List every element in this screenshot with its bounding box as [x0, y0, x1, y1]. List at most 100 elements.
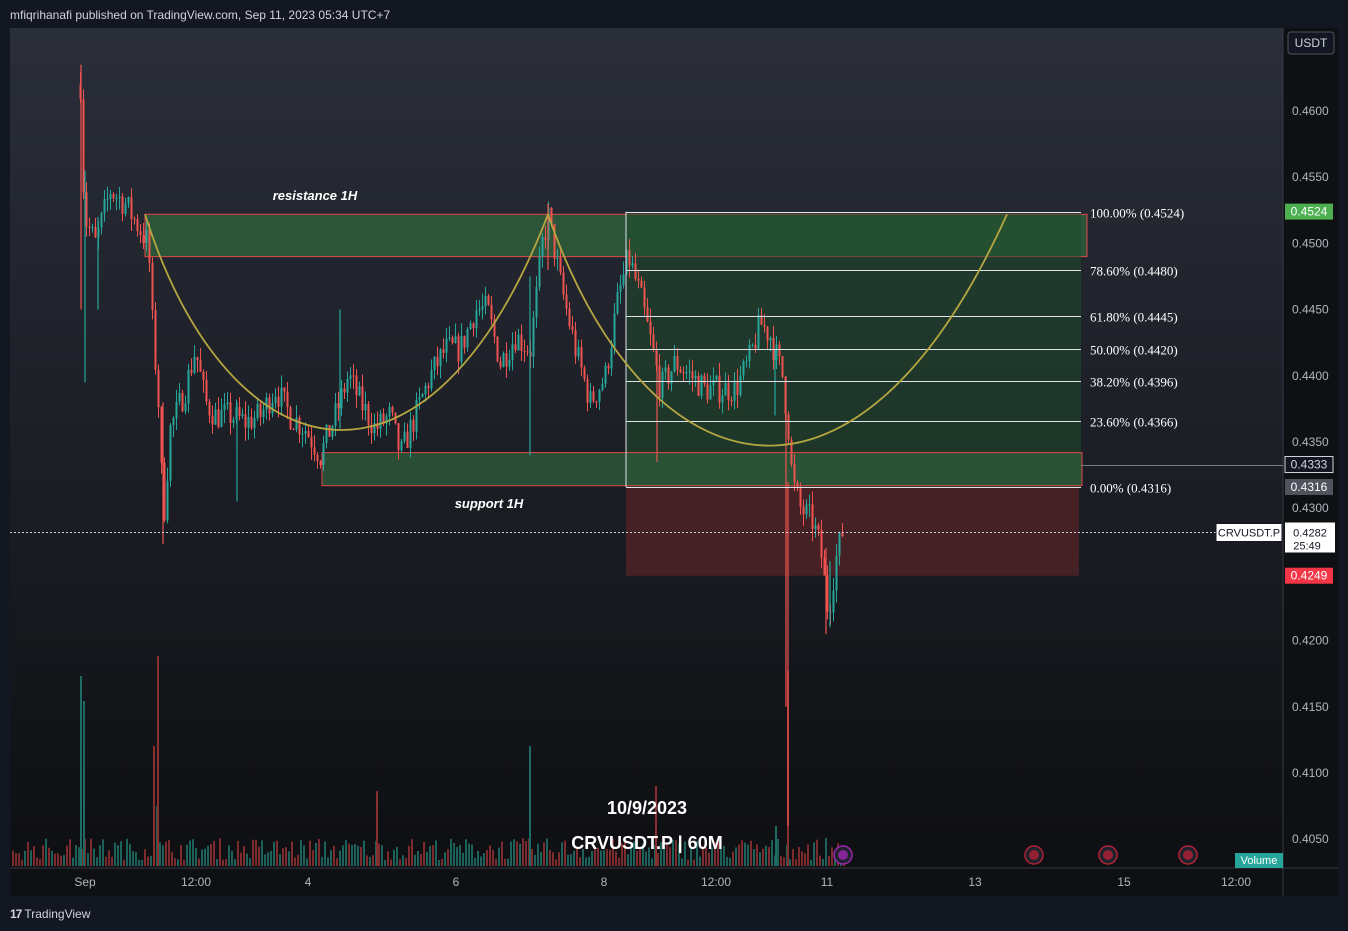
candle-body — [337, 403, 340, 409]
volume-bar — [225, 859, 227, 866]
volume-bar-spike — [80, 676, 82, 866]
candle-body — [157, 369, 160, 408]
candle-body — [820, 529, 823, 558]
volume-bar — [135, 852, 137, 866]
volume-bar — [342, 845, 344, 866]
volume-bar — [99, 845, 101, 866]
volume-bar — [309, 840, 311, 866]
volume-bar — [162, 845, 164, 866]
candle-body — [757, 315, 760, 349]
volume-bar — [198, 858, 200, 866]
volume-bar — [21, 859, 23, 866]
tradingview-logo-text: TradingView — [24, 907, 91, 921]
candle-body — [256, 403, 259, 419]
candle-body — [292, 429, 295, 431]
candle-body — [310, 437, 313, 448]
candle-body — [214, 409, 217, 425]
candle-body — [598, 390, 601, 402]
candle-body — [571, 326, 574, 331]
volume-bar — [822, 858, 824, 866]
volume-bar — [267, 852, 269, 866]
candle-body — [580, 347, 583, 368]
support-zone — [321, 452, 1083, 487]
volume-bar — [813, 842, 815, 866]
volume-bar — [417, 850, 419, 866]
x-tick-label: 12:00 — [181, 875, 211, 889]
volume-bar — [726, 856, 728, 866]
candle-body — [565, 294, 568, 309]
volume-bar — [30, 850, 32, 866]
candle-body — [241, 414, 244, 416]
volume-bar — [126, 838, 128, 866]
volume-bar — [789, 859, 791, 866]
volume-bar — [618, 857, 620, 866]
volume-bar — [219, 838, 221, 866]
candle-body — [85, 192, 88, 227]
candle-body — [175, 401, 178, 419]
volume-bar — [276, 840, 278, 866]
y-tick-label: 0.4200 — [1292, 634, 1329, 648]
volume-bar — [87, 853, 89, 866]
candle-body — [463, 335, 466, 348]
watermark-symbol: CRVUSDT.P | 60M — [571, 833, 722, 853]
x-tick-label: 6 — [453, 875, 460, 889]
candle-body — [712, 379, 715, 386]
volume-bar — [453, 843, 455, 866]
candle-body — [268, 397, 271, 414]
volume-bar — [354, 844, 356, 866]
candle-body — [298, 417, 301, 435]
candle-body — [445, 338, 448, 353]
volume-bar — [579, 857, 581, 866]
volume-bar — [318, 839, 320, 866]
volume-bar — [471, 844, 473, 866]
volume-bar — [27, 841, 29, 866]
candle-body — [388, 407, 391, 417]
volume-bar — [750, 840, 752, 866]
volume-bar — [303, 845, 305, 866]
volume-bar — [204, 848, 206, 866]
candle-body — [532, 317, 535, 357]
volume-bar — [687, 859, 689, 866]
candle-body — [673, 356, 676, 372]
candle-body — [190, 370, 193, 373]
candle-body — [541, 237, 544, 257]
candle-body — [811, 504, 814, 530]
candle-body — [703, 375, 706, 384]
volume-bar — [201, 849, 203, 866]
volume-bar — [459, 844, 461, 866]
volume-bar — [300, 839, 302, 866]
candle-body — [739, 375, 742, 395]
volume-bar — [321, 857, 323, 866]
candle-body — [604, 365, 607, 384]
tradingview-logo[interactable]: 17 TradingView — [10, 907, 90, 921]
fib-level-label: 78.60% (0.4480) — [1090, 264, 1178, 279]
volume-bar — [399, 859, 401, 866]
volume-bar — [408, 845, 410, 866]
candle-body — [733, 381, 736, 402]
candle-body — [229, 402, 232, 423]
candle-body — [169, 424, 172, 481]
chart-area[interactable]: resistance 1H support 1H 100.00% (0.4524)… — [0, 0, 1348, 897]
candle-body — [535, 287, 538, 318]
volume-bar — [270, 850, 272, 866]
volume-bar — [351, 844, 353, 866]
volume-bar — [54, 853, 56, 866]
candle-body — [253, 418, 256, 429]
candle-body — [91, 226, 94, 228]
current-price-value: 0.4282 — [1293, 528, 1327, 540]
volume-bar — [549, 849, 551, 866]
volume-bar — [105, 856, 107, 866]
candle-body — [517, 334, 520, 351]
candle-body — [595, 401, 598, 403]
volume-bar — [795, 859, 797, 866]
candle-body — [691, 371, 694, 379]
volume-bar — [753, 849, 755, 866]
candle-body — [178, 393, 181, 402]
volume-bar — [180, 845, 182, 866]
volume-bar — [363, 840, 365, 866]
volume-bar — [555, 859, 557, 866]
candle-body — [295, 417, 298, 430]
volume-bar — [195, 847, 197, 866]
candle-body — [334, 403, 337, 426]
candle-body — [100, 213, 103, 228]
